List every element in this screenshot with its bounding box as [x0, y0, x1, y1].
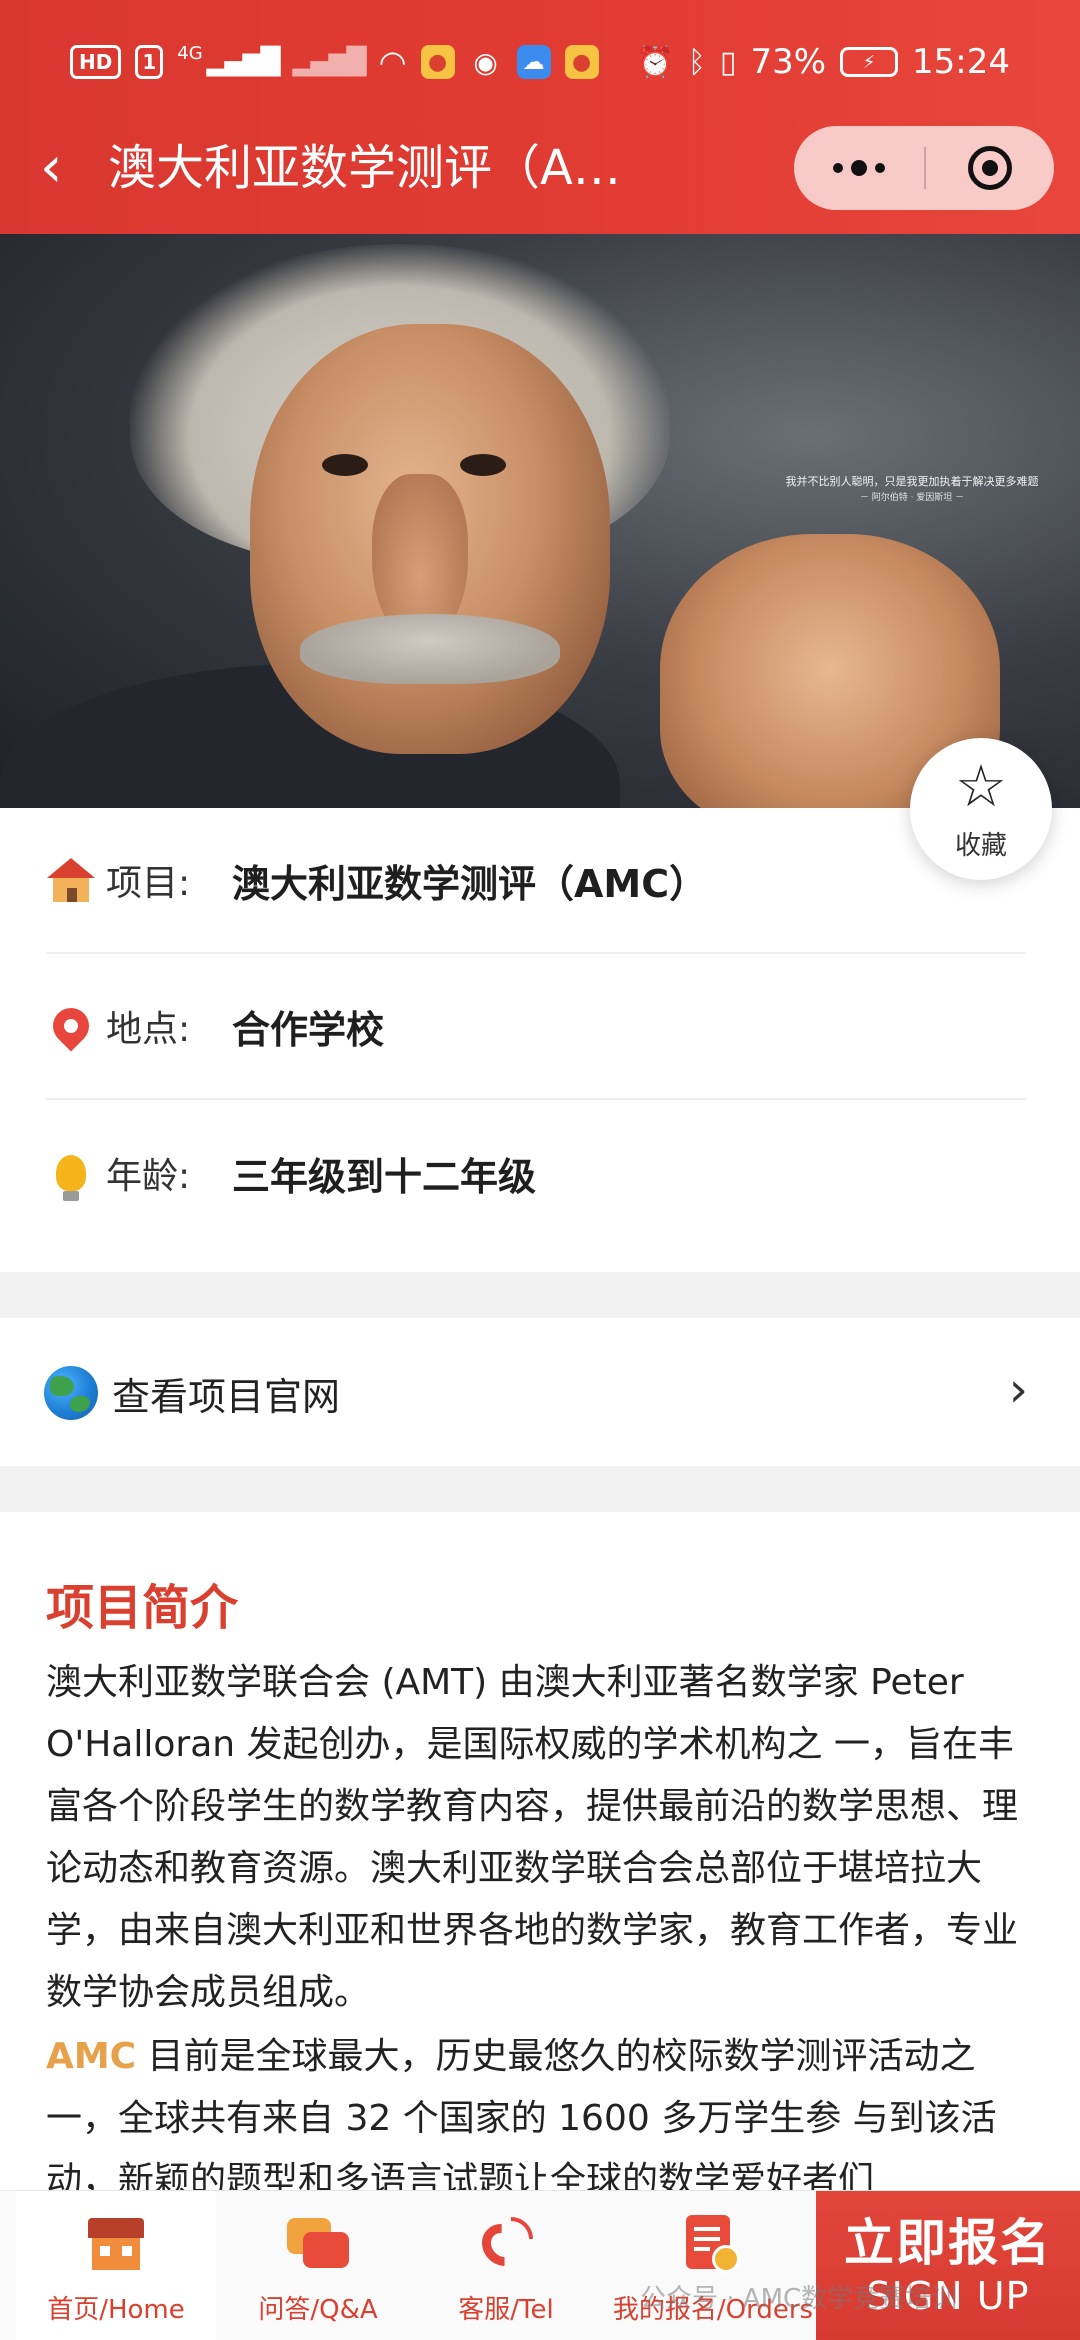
- page: HD 1 4G ▂▄▆█ ▂▄▆█ ◠ ● ◉ ☁ ● ⏰ ᛒ ▯ 73% ⚡ …: [0, 0, 1080, 2340]
- tab-qa[interactable]: 问答/Q&A: [218, 2191, 418, 2340]
- page-title: 澳大利亚数学测评（A…: [108, 140, 621, 196]
- chevron-right-icon: ›: [1008, 1362, 1028, 1418]
- star-icon: ☆: [955, 751, 1007, 820]
- hero-quote-line: 我并不比别人聪明，只是我更加执着于解决更多难题: [785, 475, 1039, 488]
- info-key-age: 年龄:: [106, 1156, 191, 1197]
- hero-image: 我并不比别人聪明，只是我更加执着于解决更多难题 － 阿尔伯特 · 爱因斯坦 －: [0, 234, 1080, 808]
- clock-time: 15:24: [912, 42, 1010, 82]
- status-right: ⏰ ᛒ ▯ 73% ⚡ 15:24: [637, 42, 1010, 82]
- chat-bubbles-icon: [287, 2213, 349, 2275]
- tab-tel-label: 客服/Tel: [458, 2295, 554, 2325]
- tab-home[interactable]: 首页/Home: [16, 2191, 216, 2340]
- tab-tel[interactable]: 客服/Tel: [406, 2191, 606, 2340]
- hero-quote-author: － 阿尔伯特 · 爱因斯坦 －: [859, 493, 965, 503]
- orders-icon: [682, 2213, 744, 2275]
- hd-badge: HD: [70, 45, 122, 79]
- bluetooth-icon: ᛒ: [687, 44, 706, 80]
- network-type-label: 4G: [177, 43, 203, 64]
- hero-quote: 我并不比别人聪明，只是我更加执着于解决更多难题 － 阿尔伯特 · 爱因斯坦 －: [782, 474, 1042, 506]
- nav-bar: ‹ 澳大利亚数学测评（A…: [0, 120, 1080, 216]
- more-options-button[interactable]: [794, 126, 924, 210]
- close-mini-program-button[interactable]: [926, 126, 1054, 210]
- bottom-tab-bar: 首页/Home 问答/Q&A 客服/Tel 我的报名/Orders 立即报名 S…: [0, 2190, 1080, 2340]
- signup-button[interactable]: 立即报名 SIGN UP: [816, 2191, 1080, 2340]
- location-pin-icon: [45, 1000, 97, 1052]
- portrait-mustache: [300, 614, 560, 684]
- battery-percent: 73%: [750, 42, 827, 82]
- project-intro-section: 项目简介 澳大利亚数学联合会 (AMT) 由澳大利亚著名数学家 Peter O'…: [0, 1512, 1080, 2212]
- intro-heading: 项目简介: [46, 1580, 239, 1636]
- intro-paragraph-1: 澳大利亚数学联合会 (AMT) 由澳大利亚著名数学家 Peter O'Hallo…: [46, 1662, 1019, 2013]
- signal-2-icon: ▂▄▆█: [292, 47, 367, 77]
- tab-orders[interactable]: 我的报名/Orders: [598, 2191, 828, 2340]
- weibo-app-icon: ●: [420, 45, 455, 79]
- project-info-card: 项目: 澳大利亚数学测评（AMC） 地点: 合作学校 年龄: 三年级到十二年级: [0, 808, 1080, 1272]
- intro-paragraph-2: AMC 目前是全球最大，历史最悠久的校际数学测评活动之一，全球共有来自 32 个…: [46, 2026, 1036, 2212]
- phone-icon: [473, 2213, 537, 2275]
- info-value-project: 澳大利亚数学测评（AMC）: [232, 861, 708, 906]
- portrait-eye-right: [460, 454, 506, 476]
- wechat-watermark: 公众号 · AMC数学竞赛培训: [640, 2284, 958, 2314]
- more-dot-right: [875, 163, 885, 173]
- info-row-age: 年龄: 三年级到十二年级: [46, 1100, 1026, 1246]
- official-website-link[interactable]: 查看项目官网 ›: [0, 1318, 1080, 1466]
- home-icon: [85, 2213, 147, 2275]
- sim-badge: 1: [135, 45, 164, 79]
- lightbulb-icon: [46, 1148, 96, 1201]
- battery-icon: ⚡: [840, 47, 899, 77]
- info-value-age: 三年级到十二年级: [232, 1154, 537, 1199]
- favorite-label: 收藏: [954, 830, 1007, 861]
- alarm-icon: ⏰: [636, 44, 674, 80]
- back-arrow-icon[interactable]: ‹: [40, 136, 100, 200]
- wechat-app-icon: ◉: [473, 45, 498, 79]
- more-dots-icon: [833, 163, 843, 173]
- globe-icon: [44, 1366, 98, 1420]
- info-value-location: 合作学校: [232, 1007, 385, 1052]
- status-bar: HD 1 4G ▂▄▆█ ▂▄▆█ ◠ ● ◉ ☁ ● ⏰ ᛒ ▯ 73% ⚡ …: [70, 36, 1010, 88]
- vibrate-icon: ▯: [719, 44, 737, 80]
- signal-icon: ▂▄▆█: [206, 47, 281, 77]
- status-left: HD 1 4G ▂▄▆█ ▂▄▆█ ◠ ● ◉ ☁ ●: [70, 43, 599, 81]
- info-row-location: 地点: 合作学校: [45, 954, 1026, 1100]
- favorite-button[interactable]: ☆ 收藏: [910, 738, 1052, 880]
- portrait-eye-left: [322, 454, 368, 476]
- signup-label-cn: 立即报名: [844, 2214, 1052, 2272]
- amc-highlight: AMC: [46, 2036, 137, 2077]
- info-key-project: 项目:: [106, 863, 191, 904]
- wifi-icon: ◠: [378, 43, 407, 81]
- info-key-location: 地点:: [106, 1009, 191, 1050]
- info-row-project: 项目: 澳大利亚数学测评（AMC）: [46, 808, 1026, 954]
- tab-home-label: 首页/Home: [47, 2295, 185, 2325]
- official-website-label: 查看项目官网: [112, 1375, 341, 1419]
- more-dot-center: [851, 160, 867, 176]
- target-close-icon: [968, 146, 1012, 190]
- top-bar: HD 1 4G ▂▄▆█ ▂▄▆█ ◠ ● ◉ ☁ ● ⏰ ᛒ ▯ 73% ⚡ …: [0, 0, 1080, 234]
- mini-program-capsule: [794, 126, 1054, 210]
- weibo-app-2-icon: ●: [564, 45, 599, 79]
- intro-paragraph-2-text: 目前是全球最大，历史最悠久的校际数学测评活动之一，全球共有来自 32 个国家的 …: [46, 2036, 997, 2201]
- weather-app-icon: ☁: [516, 45, 551, 79]
- house-icon: [46, 855, 96, 905]
- tab-qa-label: 问答/Q&A: [258, 2295, 378, 2325]
